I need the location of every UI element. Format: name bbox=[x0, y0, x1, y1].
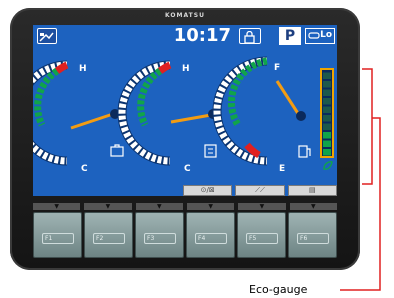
eco-gauge-caption: Eco-gauge bbox=[249, 283, 308, 296]
eco-gauge-callout bbox=[340, 68, 381, 291]
